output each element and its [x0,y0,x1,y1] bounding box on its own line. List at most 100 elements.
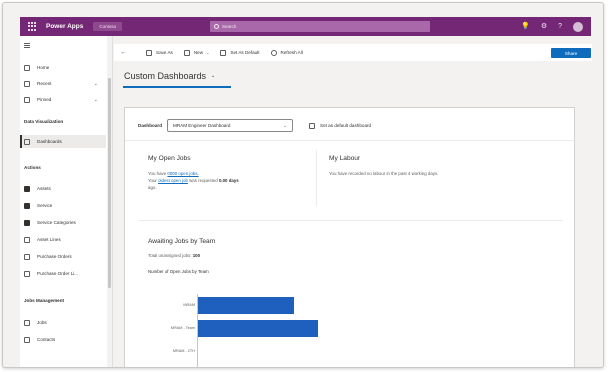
sidebar-item-label: Asset Lines [37,237,61,242]
chevron-down-icon[interactable]: ⌄ [94,97,98,103]
sidebar-item-label: Service [37,203,53,208]
sidebar-item-recent[interactable]: Recent ⌄ [20,77,106,90]
page-title-selector[interactable]: Custom Dashboards ⌄ [124,71,215,81]
labour-title: My Labour [329,155,361,162]
search-box[interactable] [210,21,430,32]
sidebar-item-label: Purchase Order Li... [37,271,79,276]
refresh-all-label: Refresh All [280,50,303,55]
sidebar-item-purchase-orders[interactable]: Purchase Orders [20,250,106,263]
sidebar-item-label: Contacts [37,337,56,342]
set-default-dashboard-button[interactable]: Set as default dashboard [309,122,372,129]
sidebar-item-purchase-order-lines[interactable]: Purchase Order Li... [20,267,106,280]
refresh-all-button[interactable]: Refresh All [270,49,303,56]
refresh-icon [270,49,277,56]
scrollbar-thumb[interactable] [108,78,111,288]
sidebar-section-header: Data Visualization [24,119,64,124]
contact-icon [24,336,30,343]
save-as-button[interactable]: Save As [146,49,173,56]
sidebar-item-label: Assets [37,186,51,191]
plus-icon [183,49,190,56]
new-label: New [193,50,204,55]
wrench-icon [24,202,30,209]
oldest-job-days: 0.00 days [218,178,239,183]
window-frame: Power Apps Contoso 💡 ⚙ ? Home Recent ⌄ P… [2,2,604,368]
chart-bar[interactable] [198,297,294,314]
help-icon[interactable]: ? [558,21,562,32]
app-header: Power Apps Contoso 💡 ⚙ ? [20,17,591,36]
hamburger-icon[interactable] [24,43,30,49]
oldest-job-suffix: was requested [189,178,218,183]
search-input[interactable] [222,24,412,29]
chart-category-label: MRAM [183,302,195,307]
home-icon [24,64,30,71]
unassigned-count: 100 [192,253,201,258]
sidebar-item-contacts[interactable]: Contacts [20,333,106,346]
waffle-menu-icon[interactable] [28,21,38,32]
sidebar-section-header: Actions [24,165,41,170]
sidebar-section-header: Jobs Management [24,298,65,303]
sidebar-item-label: Dashboards [37,139,62,144]
save-as-label: Save As [156,50,173,55]
chart-bar[interactable] [198,320,318,337]
oldest-job-link[interactable]: oldest open job [158,178,188,183]
open-jobs-prefix: You have [148,171,167,176]
back-arrow-icon: ← [120,49,127,56]
chevron-down-icon: ⌄ [283,122,287,128]
divider [125,140,576,141]
sidebar-scrollbar[interactable] [107,36,112,367]
share-button[interactable]: Share [551,48,591,58]
sidebar-item-label: Recent [37,81,52,86]
sidebar-item-pinned[interactable]: Pinned ⌄ [20,93,106,106]
sidebar-item-assets[interactable]: Assets [20,182,106,195]
dashboard-icon [24,138,30,145]
sidebar-item-label: Service Categories [37,220,76,225]
open-jobs-text: You have 0000 open jobs. Your oldest ope… [148,170,308,191]
sidebar-item-label: Purchase Orders [37,254,72,259]
app-name[interactable]: Power Apps [46,23,83,30]
environment-badge[interactable]: Contoso [93,22,123,31]
oldest-job-end: ago. [148,185,157,190]
new-button[interactable]: New ⌄ [183,49,209,56]
document-icon [24,253,30,260]
sidebar-item-home[interactable]: Home [20,61,106,74]
set-as-default-button[interactable]: Set As Default [220,49,260,56]
chevron-down-icon[interactable]: ⌄ [206,50,209,55]
sidebar-item-jobs[interactable]: Jobs [20,316,106,329]
dashboard-panel: Dashboard MRAM Engineer Dashboard ⌄ Set … [124,107,576,367]
sidebar-item-dashboards[interactable]: Dashboards [20,135,106,148]
check-icon [309,122,315,129]
sidebar-item-service-categories[interactable]: Service Categories [20,216,106,229]
card-divider [316,150,317,206]
dashboard-select[interactable]: MRAM Engineer Dashboard ⌄ [167,119,293,132]
chevron-down-icon[interactable]: ⌄ [94,81,98,87]
chevron-down-icon[interactable]: ⌄ [211,73,215,79]
header-icons: 💡 ⚙ ? [521,21,583,32]
back-button[interactable]: ← [114,49,135,56]
list-icon [24,236,30,243]
clock-icon [24,80,30,87]
sidebar-item-service[interactable]: Service [20,199,106,212]
sidebar-item-asset-lines[interactable]: Asset Lines [20,233,106,246]
settings-icon[interactable]: ⚙ [541,21,547,32]
asset-icon [24,185,30,192]
sidebar: Home Recent ⌄ Pinned ⌄ Data Visualizatio… [20,36,113,367]
chart-title: Number of Open Jobs by Team [148,269,209,274]
sidebar-item-label: Jobs [37,320,47,325]
chart-category-label: MRAM - Team [170,325,195,330]
dashboard-toolbar: Dashboard MRAM Engineer Dashboard ⌄ Set … [138,119,371,132]
title-underline [123,86,231,88]
job-icon [24,319,30,326]
pin-icon [24,96,30,103]
card-divider [138,220,563,221]
category-icon [24,219,30,226]
awaiting-jobs-title: Awaiting Jobs by Team [148,238,216,245]
lightbulb-icon[interactable]: 💡 [521,21,530,32]
set-default-dashboard-label: Set as default dashboard [320,123,372,128]
sidebar-item-label: Home [37,65,50,70]
document-icon [24,270,30,277]
set-as-default-label: Set As Default [230,50,260,55]
sidebar-item-label: Pinned [37,97,52,102]
open-jobs-link[interactable]: 0000 open jobs. [167,171,198,176]
command-bar: ← Save As New ⌄ Set As Default Refresh A… [114,44,592,61]
avatar[interactable] [573,21,583,32]
